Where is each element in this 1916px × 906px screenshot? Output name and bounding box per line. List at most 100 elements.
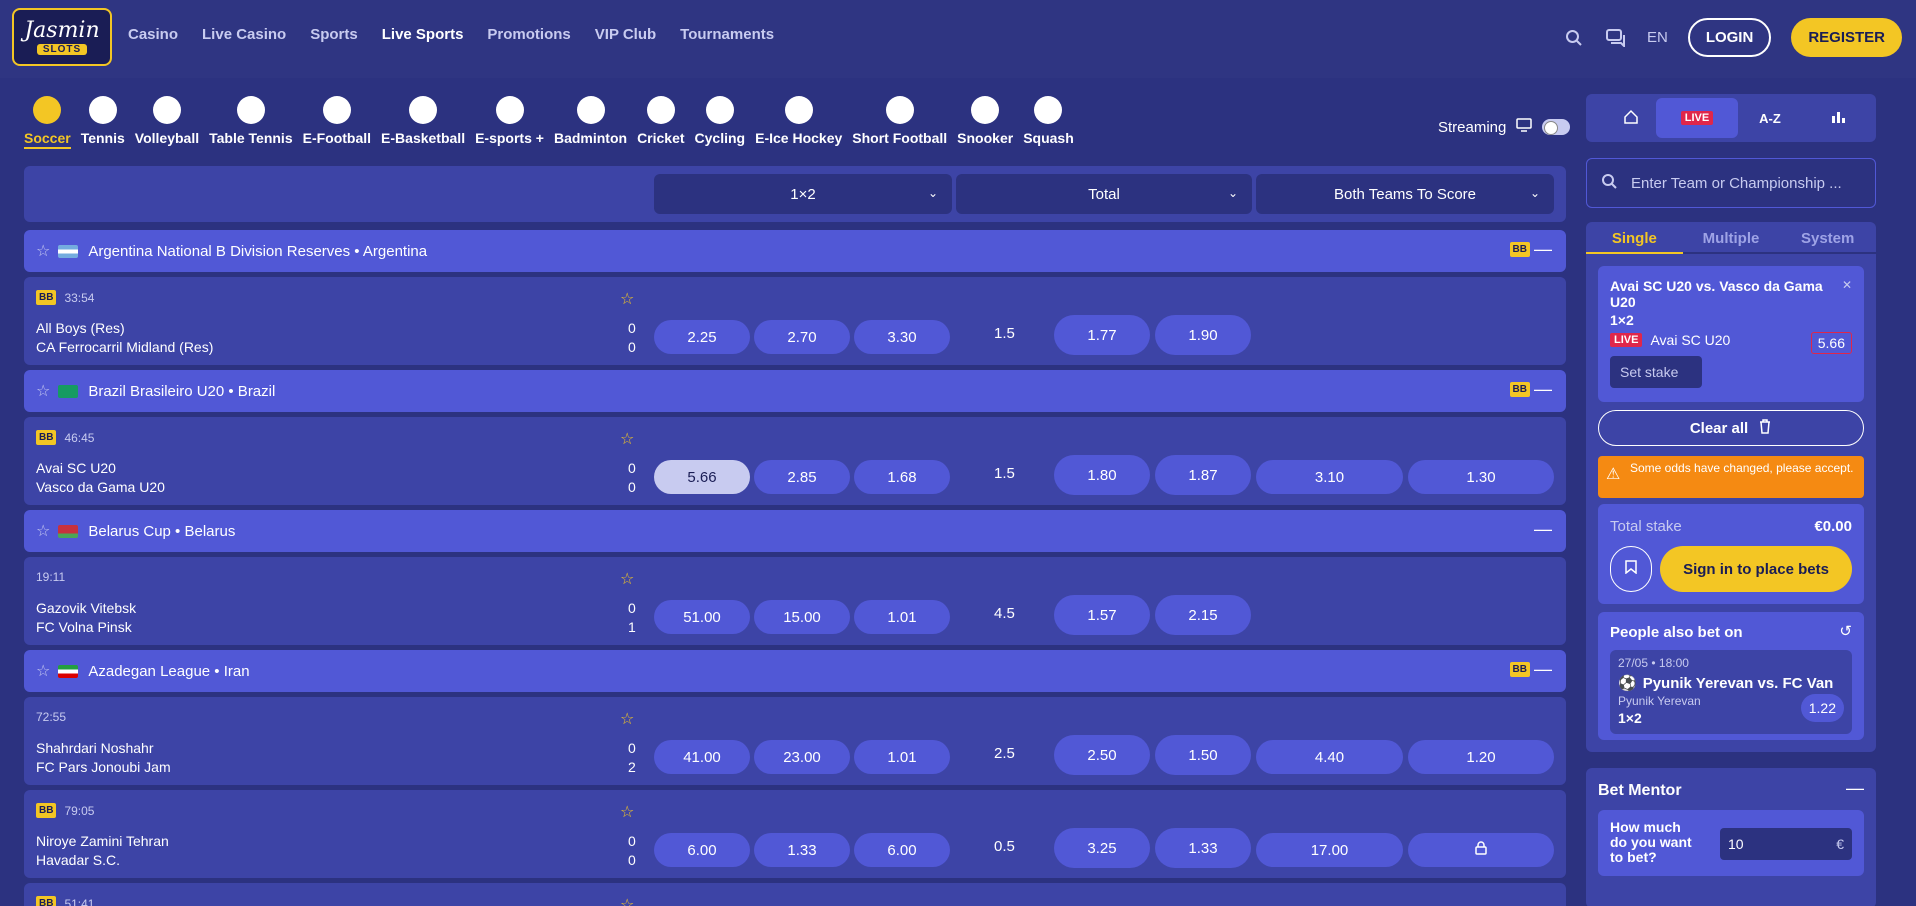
odd-under[interactable]: 1.90 (1155, 315, 1251, 355)
sport-snooker[interactable]: Snooker (957, 96, 1013, 149)
sport-tennis[interactable]: Tennis (81, 96, 125, 149)
bookmark-button[interactable] (1610, 546, 1652, 592)
tab-multiple[interactable]: Multiple (1682, 222, 1780, 254)
tab-single[interactable]: Single (1586, 222, 1683, 254)
tab-live[interactable]: LIVE (1656, 98, 1738, 138)
team-home[interactable]: Niroye Zamini Tehran (36, 833, 169, 849)
language-selector[interactable]: EN (1647, 29, 1668, 46)
odd-btts-no[interactable]: 1.30 (1408, 460, 1554, 494)
collapse-icon[interactable]: — (1534, 659, 1552, 680)
star-icon[interactable]: ☆ (36, 241, 50, 261)
clear-all-button[interactable]: Clear all (1598, 410, 1864, 446)
favorite-star-icon[interactable]: ☆ (620, 289, 634, 309)
odd-draw[interactable]: 1.33 (754, 833, 850, 867)
odd-draw[interactable]: 23.00 (754, 740, 850, 774)
odd-away[interactable]: 1.68 (854, 460, 950, 494)
stake-input[interactable]: Set stake (1610, 356, 1702, 388)
tab-system[interactable]: System (1779, 222, 1877, 254)
nav-tournaments[interactable]: Tournaments (680, 26, 774, 43)
collapse-icon[interactable]: — (1534, 239, 1552, 260)
odd-home[interactable]: 51.00 (654, 600, 750, 634)
collapse-icon[interactable]: — (1534, 519, 1552, 540)
odd-btts-yes[interactable]: 4.40 (1256, 740, 1403, 774)
sport-e-sports[interactable]: E-sports + (475, 96, 544, 149)
nav-casino[interactable]: Casino (128, 26, 178, 43)
odd-home[interactable]: 41.00 (654, 740, 750, 774)
odd-away[interactable]: 6.00 (854, 833, 950, 867)
nav-sports[interactable]: Sports (310, 26, 358, 43)
odd-draw[interactable]: 15.00 (754, 600, 850, 634)
search-icon[interactable] (1563, 27, 1585, 49)
sport-e-football[interactable]: E-Football (303, 96, 371, 149)
close-icon[interactable]: ✕ (1842, 278, 1852, 292)
sport-soccer[interactable]: Soccer (24, 96, 71, 149)
team-home[interactable]: Avai SC U20 (36, 460, 116, 476)
team-home[interactable]: Gazovik Vitebsk (36, 600, 136, 616)
odd-btts-no[interactable]: 1.20 (1408, 740, 1554, 774)
odd-btts-yes[interactable]: 17.00 (1256, 833, 1403, 867)
favorite-star-icon[interactable]: ☆ (620, 895, 634, 906)
nav-live-sports[interactable]: Live Sports (382, 26, 464, 43)
collapse-icon[interactable]: — (1534, 379, 1552, 400)
team-home[interactable]: All Boys (Res) (36, 320, 125, 336)
team-away[interactable]: CA Ferrocarril Midland (Res) (36, 339, 213, 355)
league-header[interactable]: ☆ Belarus Cup • Belarus — (24, 510, 1566, 552)
chat-icon[interactable] (1605, 27, 1627, 49)
bet-amount-input[interactable]: 10 € (1720, 828, 1852, 860)
favorite-star-icon[interactable]: ☆ (620, 709, 634, 729)
odd-over[interactable]: 1.77 (1054, 315, 1150, 355)
sport-cricket[interactable]: Cricket (637, 96, 685, 149)
odd-away[interactable]: 3.30 (854, 320, 950, 354)
streaming-toggle[interactable] (1542, 119, 1571, 135)
team-away[interactable]: FC Volna Pinsk (36, 619, 132, 635)
sport-table-tennis[interactable]: Table Tennis (209, 96, 293, 149)
odd-home[interactable]: 6.00 (654, 833, 750, 867)
odd-btts-yes[interactable]: 3.10 (1256, 460, 1403, 494)
odd-over[interactable]: 2.50 (1054, 735, 1150, 775)
market-dropdown-btts[interactable]: Both Teams To Score ⌄ (1256, 174, 1554, 214)
odd-under[interactable]: 1.87 (1155, 455, 1251, 495)
odd-home-selected[interactable]: 5.66 (654, 460, 750, 494)
sport-short-football[interactable]: Short Football (852, 96, 947, 149)
league-header[interactable]: ☆ Argentina National B Division Reserves… (24, 230, 1566, 272)
tab-stats[interactable] (1804, 98, 1872, 138)
page-scrollbar[interactable] (1906, 78, 1916, 906)
team-away[interactable]: Havadar S.C. (36, 852, 120, 868)
nav-promotions[interactable]: Promotions (487, 26, 570, 43)
sport-e-ice-hockey[interactable]: E-Ice Hockey (755, 96, 842, 149)
login-button[interactable]: LOGIN (1687, 18, 1772, 57)
nav-vip-club[interactable]: VIP Club (595, 26, 656, 43)
sign-in-to-bet-button[interactable]: Sign in to place bets (1660, 546, 1852, 592)
odd-away[interactable]: 1.01 (854, 600, 950, 634)
market-dropdown-total[interactable]: Total ⌄ (956, 174, 1252, 214)
odd-draw[interactable]: 2.85 (754, 460, 850, 494)
odd-over[interactable]: 1.57 (1054, 595, 1150, 635)
league-header[interactable]: ☆ Brazil Brasileiro U20 • Brazil BB — (24, 370, 1566, 412)
odd-over[interactable]: 3.25 (1054, 828, 1150, 868)
tab-a-z[interactable]: A-Z (1738, 98, 1802, 138)
suggested-bet-card[interactable]: 27/05 • 18:00 ⚽ Pyunik Yerevan vs. FC Va… (1610, 650, 1852, 734)
star-icon[interactable]: ☆ (36, 521, 50, 541)
register-button[interactable]: REGISTER (1791, 18, 1902, 57)
star-icon[interactable]: ☆ (36, 661, 50, 681)
odd-under[interactable]: 1.50 (1155, 735, 1251, 775)
odd-draw[interactable]: 2.70 (754, 320, 850, 354)
team-search-box[interactable]: Enter Team or Championship ... (1586, 158, 1876, 208)
nav-live-casino[interactable]: Live Casino (202, 26, 286, 43)
refresh-icon[interactable]: ↺ (1839, 622, 1852, 640)
sport-e-basketball[interactable]: E-Basketball (381, 96, 465, 149)
odd-under[interactable]: 2.15 (1155, 595, 1251, 635)
sport-squash[interactable]: Squash (1023, 96, 1074, 149)
site-logo[interactable]: Jasmin SLOTS (12, 8, 112, 66)
team-away[interactable]: Vasco da Gama U20 (36, 479, 165, 495)
market-dropdown-1x2[interactable]: 1×2 ⌄ (654, 174, 952, 214)
league-header[interactable]: ☆ Azadegan League • Iran BB — (24, 650, 1566, 692)
favorite-star-icon[interactable]: ☆ (620, 802, 634, 822)
odd-away[interactable]: 1.01 (854, 740, 950, 774)
sport-volleyball[interactable]: Volleyball (135, 96, 199, 149)
odd-over[interactable]: 1.80 (1054, 455, 1150, 495)
star-icon[interactable]: ☆ (36, 381, 50, 401)
odd-home[interactable]: 2.25 (654, 320, 750, 354)
favorite-star-icon[interactable]: ☆ (620, 569, 634, 589)
sport-badminton[interactable]: Badminton (554, 96, 627, 149)
